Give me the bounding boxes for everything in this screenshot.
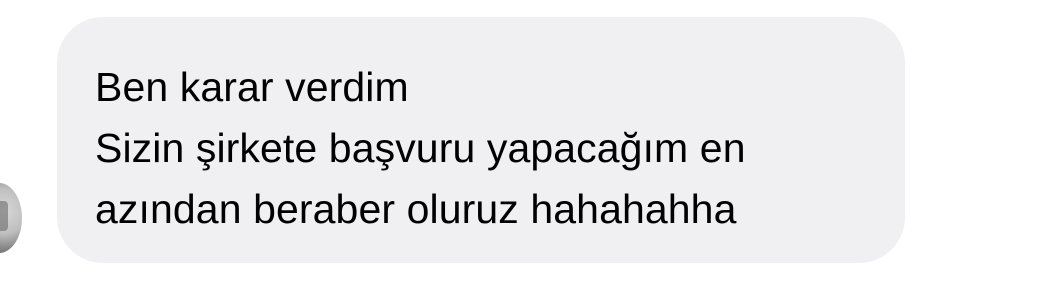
chat-thread: Ben karar verdim Sizin şirkete başvuru y… — [0, 0, 1058, 286]
user-avatar-icon[interactable] — [0, 183, 22, 253]
message-line-1: Ben karar verdim — [95, 64, 409, 110]
message-line-3: azından beraber oluruz hahahahha — [95, 186, 737, 232]
received-message-bubble[interactable]: Ben karar verdim Sizin şirkete başvuru y… — [57, 17, 905, 263]
message-line-2: Sizin şirkete başvuru yapacağım en — [95, 125, 746, 171]
